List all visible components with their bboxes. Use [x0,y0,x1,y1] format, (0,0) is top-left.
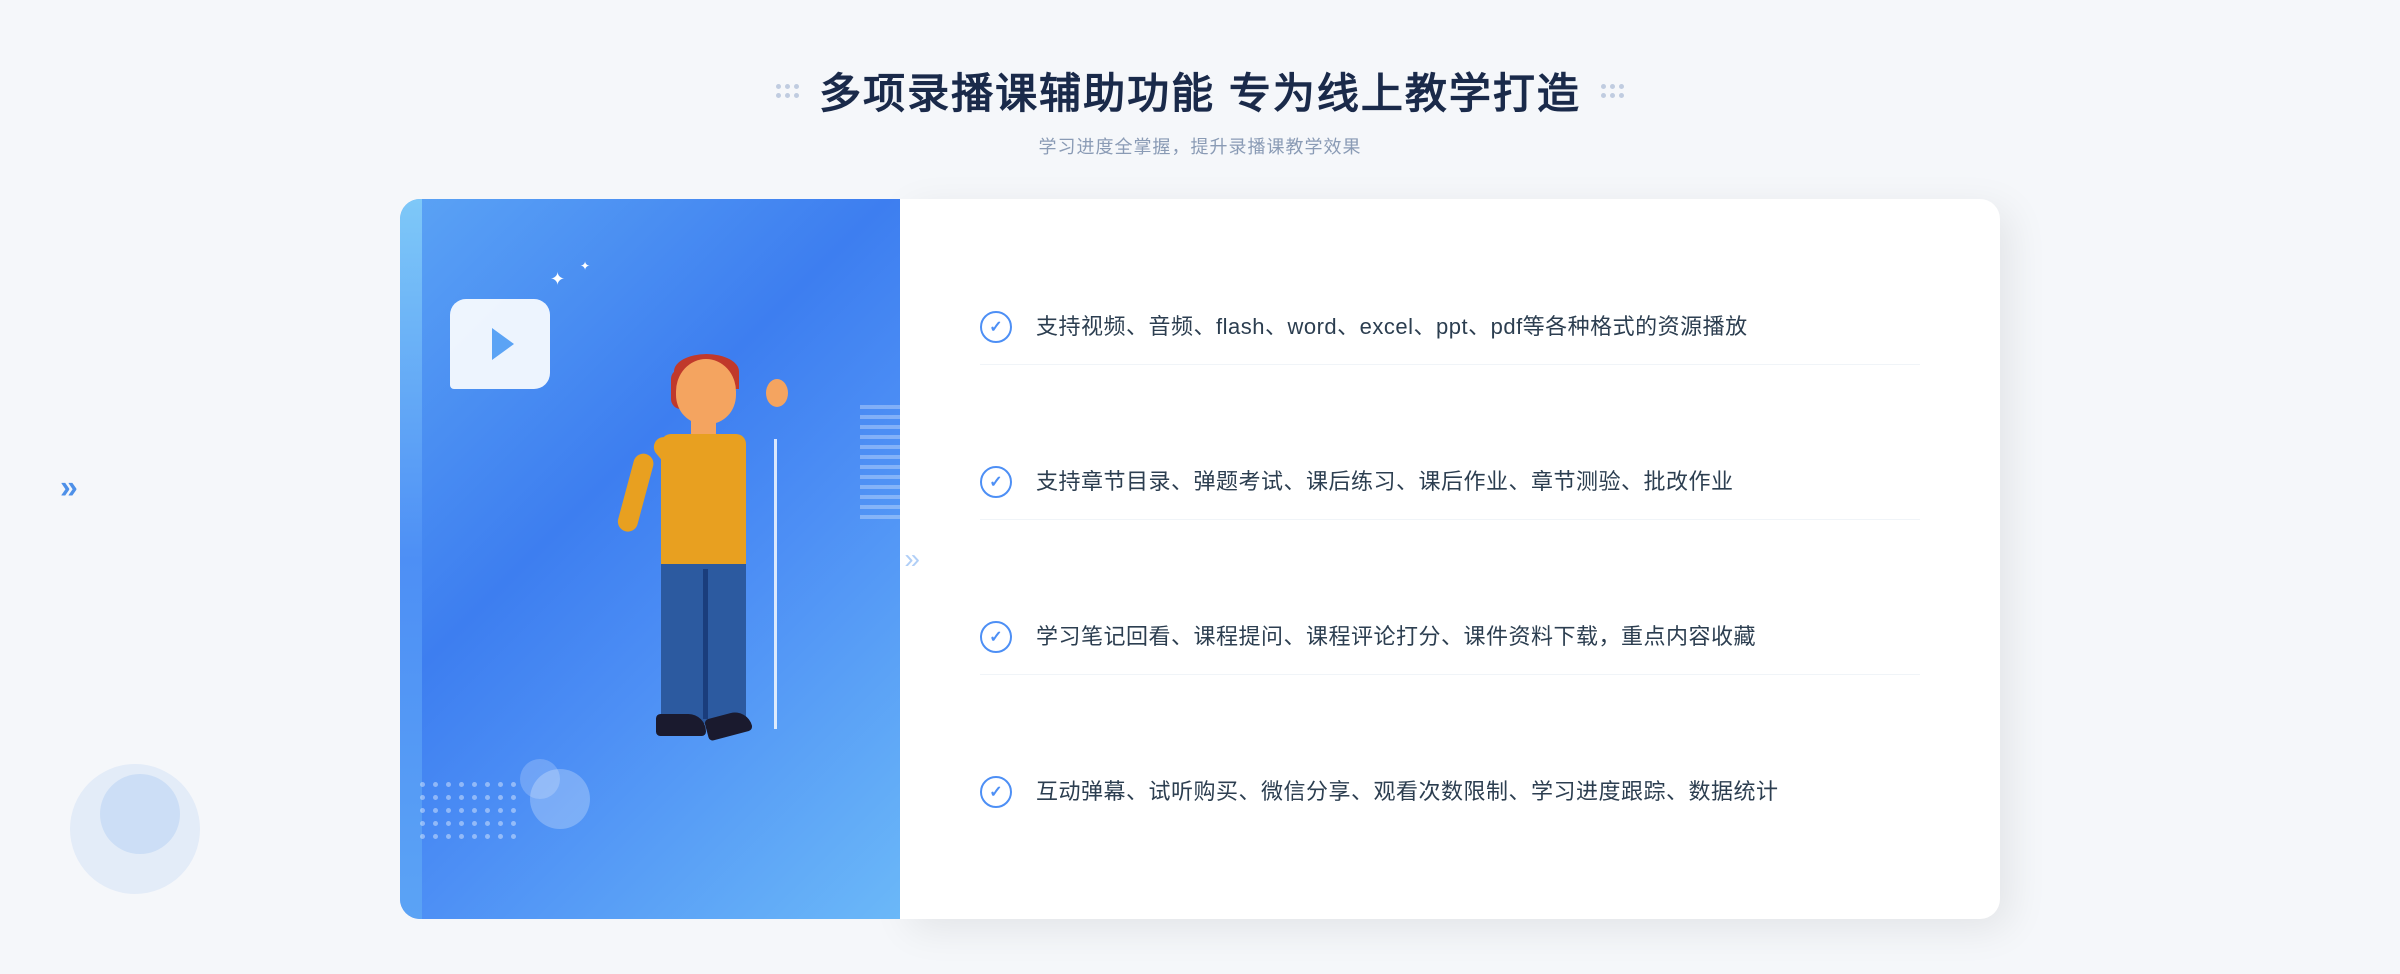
feature-text-4: 互动弹幕、试听购买、微信分享、观看次数限制、学习进度跟踪、数据统计 [1036,774,1779,809]
vertical-bar [400,199,422,919]
illustration-chevrons: » [904,543,920,575]
feature-text-2: 支持章节目录、弹题考试、课后练习、课后作业、章节测验、批改作业 [1036,464,1734,499]
check-icon-3: ✓ [980,621,1012,653]
character-illustration [566,359,846,919]
header-dots-right [1601,84,1624,98]
check-icon-4: ✓ [980,776,1012,808]
play-triangle-icon [492,328,514,360]
bg-circle-small [100,774,180,854]
sparkle-icon-2: ✦ [580,259,590,273]
main-title: 多项录播课辅助功能 专为线上教学打造 [819,60,1581,121]
sub-title: 学习进度全掌握，提升录播课教学效果 [0,133,2400,159]
char-foot-left [656,714,706,736]
char-arm-left [616,451,656,533]
check-icon-1: ✓ [980,311,1012,343]
check-icon-2: ✓ [980,466,1012,498]
check-mark-4: ✓ [989,782,1002,802]
check-mark-1: ✓ [989,317,1002,337]
header-section: 多项录播课辅助功能 专为线上教学打造 学习进度全掌握，提升录播课教学效果 [0,0,2400,199]
left-arrow-decoration: » [60,469,78,506]
feature-item-1: ✓ 支持视频、音频、flash、word、excel、ppt、pdf等各种格式的… [980,289,1920,365]
sparkle-icon-1: ✦ [550,269,565,290]
char-hand-right [766,379,788,407]
check-mark-3: ✓ [989,627,1002,647]
header-decoration: 多项录播课辅助功能 专为线上教学打造 [776,60,1624,121]
feature-text-3: 学习笔记回看、课程提问、课程评论打分、课件资料下载，重点内容收藏 [1036,619,1756,654]
char-head [676,359,736,424]
feature-text-1: 支持视频、音频、flash、word、excel、ppt、pdf等各种格式的资源… [1036,309,1748,344]
illustration-panel: ✦ ✦ [400,199,900,919]
illustration-dots [420,782,516,839]
char-line [774,439,777,729]
play-bubble [450,299,550,389]
feature-item-4: ✓ 互动弹幕、试听购买、微信分享、观看次数限制、学习进度跟踪、数据统计 [980,754,1920,829]
striped-decoration [860,399,910,519]
content-area: ✦ ✦ [300,199,2100,919]
char-body [661,434,746,574]
char-pants-line [703,569,708,719]
content-panel: ✓ 支持视频、音频、flash、word、excel、ppt、pdf等各种格式的… [900,199,2000,919]
feature-item-2: ✓ 支持章节目录、弹题考试、课后练习、课后作业、章节测验、批改作业 [980,444,1920,520]
check-mark-2: ✓ [989,472,1002,492]
header-dots-left [776,84,799,98]
feature-item-3: ✓ 学习笔记回看、课程提问、课程评论打分、课件资料下载，重点内容收藏 [980,599,1920,675]
deco-circle-inner [520,759,560,799]
